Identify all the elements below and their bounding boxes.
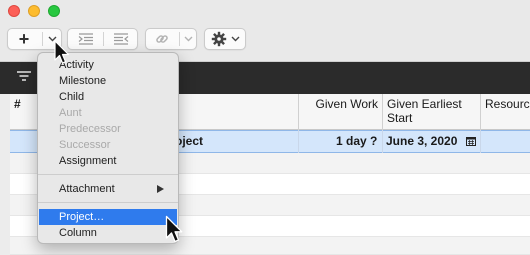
row-given-work[interactable]: 1 day ? bbox=[336, 134, 377, 148]
minimize-window-button[interactable] bbox=[28, 5, 40, 17]
menu-item-column[interactable]: Column bbox=[38, 225, 178, 241]
outdent-button[interactable] bbox=[104, 29, 138, 49]
link-icon bbox=[156, 35, 168, 43]
filter-icon[interactable] bbox=[16, 70, 32, 84]
column-header-number[interactable]: # bbox=[10, 94, 39, 130]
calendar-icon[interactable] bbox=[466, 136, 476, 146]
zoom-window-button[interactable] bbox=[48, 5, 60, 17]
column-header-resources[interactable]: Resourc bbox=[481, 94, 530, 130]
row-title[interactable]: oject bbox=[175, 134, 203, 148]
menu-item-attachment[interactable]: Attachment bbox=[38, 181, 178, 197]
gear-icon bbox=[211, 31, 226, 47]
chevron-down-icon bbox=[184, 36, 193, 42]
menu-item-milestone[interactable]: Milestone bbox=[38, 73, 178, 89]
menu-item-predecessor: Predecessor bbox=[59, 123, 121, 135]
indent-icon bbox=[78, 33, 93, 45]
menu-item-assignment[interactable]: Assignment bbox=[38, 153, 178, 169]
link-button[interactable] bbox=[146, 29, 178, 49]
settings-button[interactable] bbox=[204, 28, 246, 50]
close-window-button[interactable] bbox=[8, 5, 20, 17]
add-popup-menu: Activity Milestone Child Aunt Predecesso… bbox=[37, 52, 179, 244]
menu-item-child[interactable]: Child bbox=[38, 89, 178, 105]
menu-separator bbox=[38, 174, 178, 175]
link-menu-button[interactable] bbox=[180, 29, 197, 49]
indent-button[interactable] bbox=[68, 29, 103, 49]
column-header-given-work[interactable]: Given Work bbox=[299, 94, 383, 130]
menu-separator bbox=[38, 202, 178, 203]
outdent-icon bbox=[114, 33, 129, 45]
menu-item-project[interactable]: Project… bbox=[39, 209, 177, 225]
column-header-earliest-start-line2: Start bbox=[387, 111, 413, 125]
link-button-group bbox=[145, 28, 197, 50]
menu-item-successor: Successor bbox=[59, 139, 111, 151]
menu-item-attachment-label: Attachment bbox=[59, 183, 115, 195]
chevron-down-icon bbox=[231, 36, 239, 42]
indent-outdent-group bbox=[67, 28, 138, 50]
row-earliest-start[interactable]: June 3, 2020 bbox=[386, 134, 457, 148]
menu-item-aunt: Aunt bbox=[59, 107, 82, 119]
column-header-earliest-start-line1: Given Earliest bbox=[387, 97, 462, 111]
mouse-pointer-icon bbox=[165, 215, 183, 243]
submenu-arrow-icon bbox=[157, 185, 164, 193]
add-button[interactable]: + bbox=[8, 29, 40, 49]
mouse-pointer-icon bbox=[54, 40, 70, 64]
column-header-given-earliest-start[interactable]: Given Earliest Start bbox=[383, 94, 481, 130]
